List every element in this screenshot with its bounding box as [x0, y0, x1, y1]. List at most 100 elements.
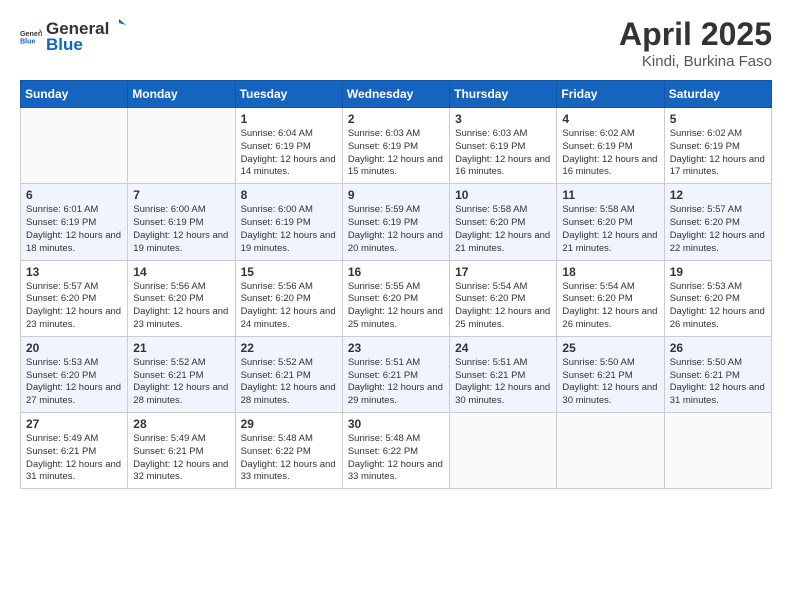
- calendar-cell: 19 Sunrise: 5:53 AMSunset: 6:20 PMDayligh…: [664, 260, 771, 336]
- day-info: Sunrise: 5:54 AMSunset: 6:20 PMDaylight:…: [562, 281, 658, 332]
- day-info: Sunrise: 6:01 AMSunset: 6:19 PMDaylight:…: [26, 204, 122, 255]
- day-info: Sunrise: 5:57 AMSunset: 6:20 PMDaylight:…: [670, 204, 766, 255]
- calendar-cell: 21 Sunrise: 5:52 AMSunset: 6:21 PMDayligh…: [128, 336, 235, 412]
- calendar-cell: 26 Sunrise: 5:50 AMSunset: 6:21 PMDayligh…: [664, 336, 771, 412]
- day-info: Sunrise: 5:49 AMSunset: 6:21 PMDaylight:…: [26, 433, 122, 484]
- day-number: 8: [241, 188, 337, 202]
- day-info: Sunrise: 5:58 AMSunset: 6:20 PMDaylight:…: [562, 204, 658, 255]
- calendar-cell: 8 Sunrise: 6:00 AMSunset: 6:19 PMDaylight…: [235, 184, 342, 260]
- week-row-4: 20 Sunrise: 5:53 AMSunset: 6:20 PMDayligh…: [21, 336, 772, 412]
- header-wednesday: Wednesday: [342, 81, 449, 108]
- day-number: 7: [133, 188, 229, 202]
- day-info: Sunrise: 6:03 AMSunset: 6:19 PMDaylight:…: [455, 128, 551, 179]
- week-row-5: 27Sunrise: 5:49 AMSunset: 6:21 PMDayligh…: [21, 413, 772, 489]
- day-info: Sunrise: 5:50 AMSunset: 6:21 PMDaylight:…: [562, 357, 658, 408]
- header-monday: Monday: [128, 81, 235, 108]
- day-number: 1: [241, 112, 337, 126]
- calendar-cell: 20 Sunrise: 5:53 AMSunset: 6:20 PMDayligh…: [21, 336, 128, 412]
- week-row-3: 13Sunrise: 5:57 AMSunset: 6:20 PMDayligh…: [21, 260, 772, 336]
- calendar-cell: 7Sunrise: 6:00 AMSunset: 6:19 PMDaylight…: [128, 184, 235, 260]
- calendar-cell: 13Sunrise: 5:57 AMSunset: 6:20 PMDayligh…: [21, 260, 128, 336]
- day-info: Sunrise: 5:54 AMSunset: 6:20 PMDaylight:…: [455, 281, 551, 332]
- calendar-cell: 10 Sunrise: 5:58 AMSunset: 6:20 PMDayligh…: [450, 184, 557, 260]
- header-sunday: Sunday: [21, 81, 128, 108]
- day-number: 23: [348, 341, 444, 355]
- day-info: Sunrise: 6:03 AMSunset: 6:19 PMDaylight:…: [348, 128, 444, 179]
- day-info: Sunrise: 5:48 AMSunset: 6:22 PMDaylight:…: [241, 433, 337, 484]
- day-info: Sunrise: 5:59 AMSunset: 6:19 PMDaylight:…: [348, 204, 444, 255]
- day-number: 17: [455, 265, 551, 279]
- day-number: 21: [133, 341, 229, 355]
- logo: General Blue General Blue: [20, 16, 129, 55]
- day-info: Sunrise: 5:56 AMSunset: 6:20 PMDaylight:…: [133, 281, 229, 332]
- calendar-cell: 3 Sunrise: 6:03 AMSunset: 6:19 PMDaylight…: [450, 108, 557, 184]
- calendar-cell: 15 Sunrise: 5:56 AMSunset: 6:20 PMDayligh…: [235, 260, 342, 336]
- calendar-cell: 29 Sunrise: 5:48 AMSunset: 6:22 PMDayligh…: [235, 413, 342, 489]
- day-info: Sunrise: 5:50 AMSunset: 6:21 PMDaylight:…: [670, 357, 766, 408]
- calendar-cell: 27Sunrise: 5:49 AMSunset: 6:21 PMDayligh…: [21, 413, 128, 489]
- day-number: 6: [26, 188, 122, 202]
- calendar-cell: 12 Sunrise: 5:57 AMSunset: 6:20 PMDayligh…: [664, 184, 771, 260]
- day-number: 16: [348, 265, 444, 279]
- calendar-title: April 2025: [619, 16, 772, 53]
- day-number: 28: [133, 417, 229, 431]
- calendar-cell: 6 Sunrise: 6:01 AMSunset: 6:19 PMDaylight…: [21, 184, 128, 260]
- day-number: 19: [670, 265, 766, 279]
- day-info: Sunrise: 6:02 AMSunset: 6:19 PMDaylight:…: [562, 128, 658, 179]
- calendar-cell: 25 Sunrise: 5:50 AMSunset: 6:21 PMDayligh…: [557, 336, 664, 412]
- calendar-location: Kindi, Burkina Faso: [619, 53, 772, 70]
- day-number: 22: [241, 341, 337, 355]
- day-number: 29: [241, 417, 337, 431]
- day-info: Sunrise: 5:51 AMSunset: 6:21 PMDaylight:…: [455, 357, 551, 408]
- day-number: 13: [26, 265, 122, 279]
- svg-text:Blue: Blue: [20, 37, 36, 45]
- day-number: 18: [562, 265, 658, 279]
- calendar-cell: 1 Sunrise: 6:04 AMSunset: 6:19 PMDaylight…: [235, 108, 342, 184]
- calendar-cell: 4Sunrise: 6:02 AMSunset: 6:19 PMDaylight…: [557, 108, 664, 184]
- day-info: Sunrise: 5:56 AMSunset: 6:20 PMDaylight:…: [241, 281, 337, 332]
- calendar-cell: 18 Sunrise: 5:54 AMSunset: 6:20 PMDayligh…: [557, 260, 664, 336]
- day-info: Sunrise: 5:48 AMSunset: 6:22 PMDaylight:…: [348, 433, 444, 484]
- week-row-1: 1 Sunrise: 6:04 AMSunset: 6:19 PMDaylight…: [21, 108, 772, 184]
- weekday-header-row: Sunday Monday Tuesday Wednesday Thursday…: [21, 81, 772, 108]
- day-number: 14: [133, 265, 229, 279]
- calendar-cell: 23 Sunrise: 5:51 AMSunset: 6:21 PMDayligh…: [342, 336, 449, 412]
- day-number: 30: [348, 417, 444, 431]
- day-number: 3: [455, 112, 551, 126]
- logo-icon: General Blue: [20, 25, 42, 47]
- calendar-cell: 17 Sunrise: 5:54 AMSunset: 6:20 PMDayligh…: [450, 260, 557, 336]
- header-tuesday: Tuesday: [235, 81, 342, 108]
- header-saturday: Saturday: [664, 81, 771, 108]
- week-row-2: 6 Sunrise: 6:01 AMSunset: 6:19 PMDaylight…: [21, 184, 772, 260]
- calendar-cell: 14 Sunrise: 5:56 AMSunset: 6:20 PMDayligh…: [128, 260, 235, 336]
- calendar-table: Sunday Monday Tuesday Wednesday Thursday…: [20, 80, 772, 489]
- page-header: General Blue General Blue April 2025 Kin…: [20, 16, 772, 70]
- day-info: Sunrise: 5:52 AMSunset: 6:21 PMDaylight:…: [241, 357, 337, 408]
- calendar-cell: 16 Sunrise: 5:55 AMSunset: 6:20 PMDayligh…: [342, 260, 449, 336]
- logo-wing-icon: [110, 16, 128, 34]
- day-number: 20: [26, 341, 122, 355]
- day-number: 5: [670, 112, 766, 126]
- day-info: Sunrise: 6:04 AMSunset: 6:19 PMDaylight:…: [241, 128, 337, 179]
- day-info: Sunrise: 6:00 AMSunset: 6:19 PMDaylight:…: [241, 204, 337, 255]
- day-number: 2: [348, 112, 444, 126]
- day-info: Sunrise: 5:58 AMSunset: 6:20 PMDaylight:…: [455, 204, 551, 255]
- day-number: 9: [348, 188, 444, 202]
- day-number: 10: [455, 188, 551, 202]
- day-number: 12: [670, 188, 766, 202]
- calendar-cell: [21, 108, 128, 184]
- calendar-cell: 2 Sunrise: 6:03 AMSunset: 6:19 PMDaylight…: [342, 108, 449, 184]
- day-info: Sunrise: 5:53 AMSunset: 6:20 PMDaylight:…: [26, 357, 122, 408]
- calendar-cell: 24Sunrise: 5:51 AMSunset: 6:21 PMDayligh…: [450, 336, 557, 412]
- day-number: 15: [241, 265, 337, 279]
- calendar-cell: 9 Sunrise: 5:59 AMSunset: 6:19 PMDaylight…: [342, 184, 449, 260]
- day-info: Sunrise: 5:55 AMSunset: 6:20 PMDaylight:…: [348, 281, 444, 332]
- calendar-cell: 22 Sunrise: 5:52 AMSunset: 6:21 PMDayligh…: [235, 336, 342, 412]
- calendar-cell: [557, 413, 664, 489]
- day-info: Sunrise: 5:53 AMSunset: 6:20 PMDaylight:…: [670, 281, 766, 332]
- day-number: 25: [562, 341, 658, 355]
- day-number: 26: [670, 341, 766, 355]
- day-info: Sunrise: 5:51 AMSunset: 6:21 PMDaylight:…: [348, 357, 444, 408]
- calendar-cell: [664, 413, 771, 489]
- day-info: Sunrise: 5:52 AMSunset: 6:21 PMDaylight:…: [133, 357, 229, 408]
